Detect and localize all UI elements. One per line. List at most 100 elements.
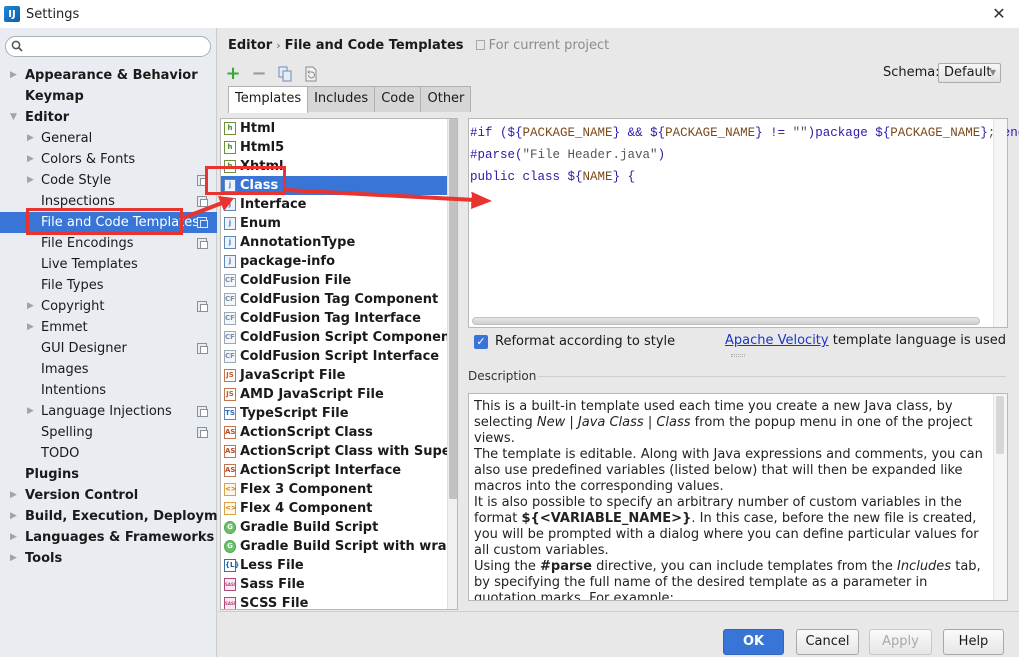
- template-list-item[interactable]: JS JavaScript File: [221, 366, 457, 385]
- sidebar-item[interactable]: Live Templates: [0, 254, 217, 275]
- template-list-item[interactable]: j package-info: [221, 252, 457, 271]
- sidebar-item[interactable]: Keymap: [0, 86, 217, 107]
- help-button[interactable]: Help: [943, 629, 1004, 655]
- chevron-right-icon[interactable]: ▶: [10, 527, 17, 548]
- template-list-item[interactable]: SASS Sass File: [221, 575, 457, 594]
- velocity-note: Apache Velocity template language is use…: [725, 333, 1006, 348]
- template-list-item[interactable]: G Gradle Build Script: [221, 518, 457, 537]
- sidebar-item[interactable]: ▶ Code Style: [0, 170, 217, 191]
- tab-templates[interactable]: Templates: [228, 86, 309, 113]
- template-list-item[interactable]: AS ActionScript Class with Supers: [221, 442, 457, 461]
- sidebar-item[interactable]: Images: [0, 359, 217, 380]
- sidebar-item[interactable]: Plugins: [0, 464, 217, 485]
- chevron-right-icon[interactable]: ▶: [27, 401, 34, 422]
- sidebar-item[interactable]: ▶ Copyright: [0, 296, 217, 317]
- template-list-item[interactable]: h Html: [221, 119, 457, 138]
- close-button[interactable]: ✕: [989, 3, 1009, 23]
- schema-dropdown[interactable]: Default ▼: [938, 63, 1001, 83]
- template-list-item[interactable]: j Enum: [221, 214, 457, 233]
- reset-template-button[interactable]: [302, 65, 320, 83]
- tab-code[interactable]: Code: [374, 86, 422, 112]
- chevron-right-icon[interactable]: ▶: [10, 548, 17, 569]
- apply-button[interactable]: Apply: [869, 629, 932, 655]
- template-list-item[interactable]: CF ColdFusion Tag Interface: [221, 309, 457, 328]
- code-token: "": [792, 126, 808, 140]
- sidebar-item[interactable]: File Types: [0, 275, 217, 296]
- list-scrollbar-thumb[interactable]: [449, 119, 457, 499]
- less-file-icon: {L}: [224, 559, 239, 572]
- template-list-item[interactable]: AS ActionScript Interface: [221, 461, 457, 480]
- template-list-item[interactable]: j Interface: [221, 195, 457, 214]
- sidebar-item[interactable]: ▼ Editor: [0, 107, 217, 128]
- template-code[interactable]: #if (${PACKAGE_NAME} && ${PACKAGE_NAME} …: [470, 122, 1019, 210]
- sidebar-item-label: Plugins: [25, 467, 79, 482]
- cf-file-icon: CF: [224, 274, 236, 287]
- template-list-item[interactable]: AS ActionScript Class: [221, 423, 457, 442]
- sidebar-item-label: Editor: [25, 110, 70, 125]
- sidebar-item[interactable]: ▶ Emmet: [0, 317, 217, 338]
- sidebar-item[interactable]: ▶ General: [0, 128, 217, 149]
- chevron-right-icon[interactable]: ▶: [10, 485, 17, 506]
- chevron-right-icon[interactable]: ▶: [27, 170, 34, 191]
- template-list-item[interactable]: CF ColdFusion Script Interface: [221, 347, 457, 366]
- sidebar-item[interactable]: ▶ Appearance & Behavior: [0, 65, 217, 86]
- sidebar-item[interactable]: GUI Designer: [0, 338, 217, 359]
- template-list-item[interactable]: j AnnotationType: [221, 233, 457, 252]
- template-list-item[interactable]: G Gradle Build Script with wrapper: [221, 537, 457, 556]
- description-scrollbar-thumb[interactable]: [996, 396, 1004, 454]
- list-scrollbar-track[interactable]: [447, 119, 457, 609]
- sidebar-item[interactable]: ▶ Tools: [0, 548, 217, 569]
- chevron-right-icon[interactable]: ▶: [27, 296, 34, 317]
- chevron-right-icon[interactable]: ▶: [27, 149, 34, 170]
- code-token: }: [470, 192, 478, 206]
- reformat-checkbox[interactable]: ✓: [474, 334, 488, 349]
- splitter-handle[interactable]: [731, 354, 745, 357]
- chevron-right-icon[interactable]: ▶: [10, 65, 17, 86]
- template-list-item[interactable]: CF ColdFusion Script Component: [221, 328, 457, 347]
- description-title: Description: [468, 369, 537, 383]
- apache-velocity-link[interactable]: Apache Velocity: [725, 333, 829, 348]
- template-list-item[interactable]: SASS SCSS File: [221, 594, 457, 609]
- editor-horizontal-scrollbar[interactable]: [472, 317, 980, 325]
- tab-includes[interactable]: Includes: [307, 86, 376, 112]
- template-list-item[interactable]: <> Flex 3 Component: [221, 480, 457, 499]
- sidebar-item[interactable]: ▶ Languages & Frameworks: [0, 527, 217, 548]
- ok-button[interactable]: OK: [723, 629, 784, 655]
- settings-search-input[interactable]: [5, 36, 211, 57]
- chevron-right-icon[interactable]: ▶: [27, 128, 34, 149]
- sidebar-item[interactable]: ▶ Language Injections: [0, 401, 217, 422]
- template-name: ColdFusion Script Interface: [240, 349, 440, 364]
- chevron-down-icon[interactable]: ▼: [10, 107, 17, 128]
- sidebar-item[interactable]: ▶ Build, Execution, Deployment: [0, 506, 242, 527]
- sidebar-item[interactable]: Intentions: [0, 380, 217, 401]
- cancel-button[interactable]: Cancel: [796, 629, 859, 655]
- remove-template-button[interactable]: −: [250, 65, 268, 83]
- reformat-option[interactable]: ✓ Reformat according to style: [474, 334, 675, 349]
- description-segment: Using the: [474, 559, 540, 574]
- template-list-item[interactable]: TS TypeScript File: [221, 404, 457, 423]
- velocity-note-text: template language is used: [828, 333, 1006, 348]
- sidebar-item[interactable]: File Encodings: [0, 233, 217, 254]
- description-scrollbar-track[interactable]: [993, 394, 1007, 600]
- template-list-item[interactable]: CF ColdFusion File: [221, 271, 457, 290]
- template-list-item[interactable]: {L} Less File: [221, 556, 457, 575]
- add-template-button[interactable]: +: [224, 65, 242, 83]
- sidebar-item-label: Copyright: [41, 299, 105, 314]
- template-list-item[interactable]: <> Flex 4 Component: [221, 499, 457, 518]
- sidebar-item[interactable]: ▶ Colors & Fonts: [0, 149, 217, 170]
- tab-other[interactable]: Other: [420, 86, 472, 112]
- sidebar-item[interactable]: TODO: [0, 443, 217, 464]
- chevron-right-icon[interactable]: ▶: [27, 317, 34, 338]
- template-list-item[interactable]: JS AMD JavaScript File: [221, 385, 457, 404]
- template-code-editor[interactable]: #if (${PACKAGE_NAME} && ${PACKAGE_NAME} …: [468, 118, 1019, 328]
- editor-vertical-scrollbar[interactable]: [993, 119, 1007, 327]
- copy-template-button[interactable]: [276, 65, 294, 83]
- sidebar-item[interactable]: Spelling: [0, 422, 217, 443]
- java-file-icon: j: [224, 217, 236, 230]
- template-list-item[interactable]: h Html5: [221, 138, 457, 157]
- chevron-right-icon[interactable]: ▶: [10, 506, 17, 527]
- sidebar-item[interactable]: ▶ Version Control: [0, 485, 217, 506]
- sidebar-item-label: GUI Designer: [41, 341, 127, 356]
- template-list-item[interactable]: CF ColdFusion Tag Component: [221, 290, 457, 309]
- sidebar-item-label: Images: [41, 362, 89, 377]
